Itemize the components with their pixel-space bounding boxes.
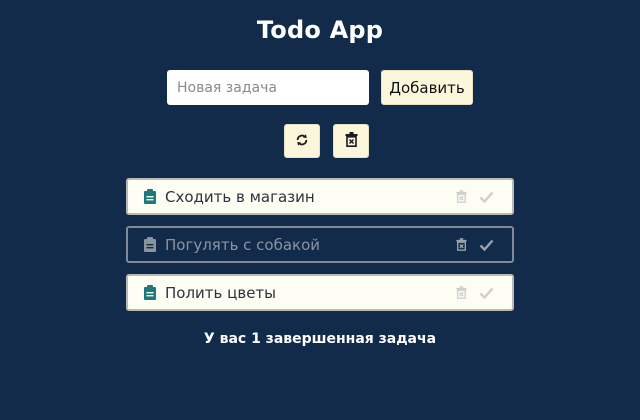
clear-tasks-button[interactable] [333, 124, 369, 158]
clipboard-icon [144, 237, 156, 252]
task-item[interactable]: Погулять с собакой [126, 226, 514, 263]
delete-task-icon[interactable] [456, 286, 467, 299]
clipboard-icon [144, 285, 156, 300]
task-label: Погулять с собакой [165, 235, 321, 254]
complete-task-icon[interactable] [479, 287, 494, 299]
completed-summary: У вас 1 завершенная задача [203, 331, 437, 347]
new-task-input[interactable] [167, 70, 369, 105]
task-actions [456, 276, 494, 309]
refresh-button[interactable] [284, 124, 320, 158]
app-title: Todo App [256, 16, 384, 44]
trash-x-icon [345, 131, 358, 151]
todo-app: Todo App Добавить [0, 0, 640, 420]
refresh-icon [295, 132, 309, 151]
task-actions [456, 228, 494, 261]
task-label: Сходить в магазин [165, 187, 315, 206]
clipboard-icon [144, 189, 156, 204]
complete-task-icon[interactable] [479, 239, 494, 251]
task-item[interactable]: Полить цветы [126, 274, 514, 311]
task-item[interactable]: Сходить в магазин [126, 178, 514, 215]
delete-task-icon[interactable] [456, 190, 467, 203]
delete-task-icon[interactable] [456, 238, 467, 251]
task-label: Полить цветы [165, 283, 276, 302]
complete-task-icon[interactable] [479, 191, 494, 203]
task-actions [456, 180, 494, 213]
add-task-button[interactable]: Добавить [381, 70, 473, 105]
